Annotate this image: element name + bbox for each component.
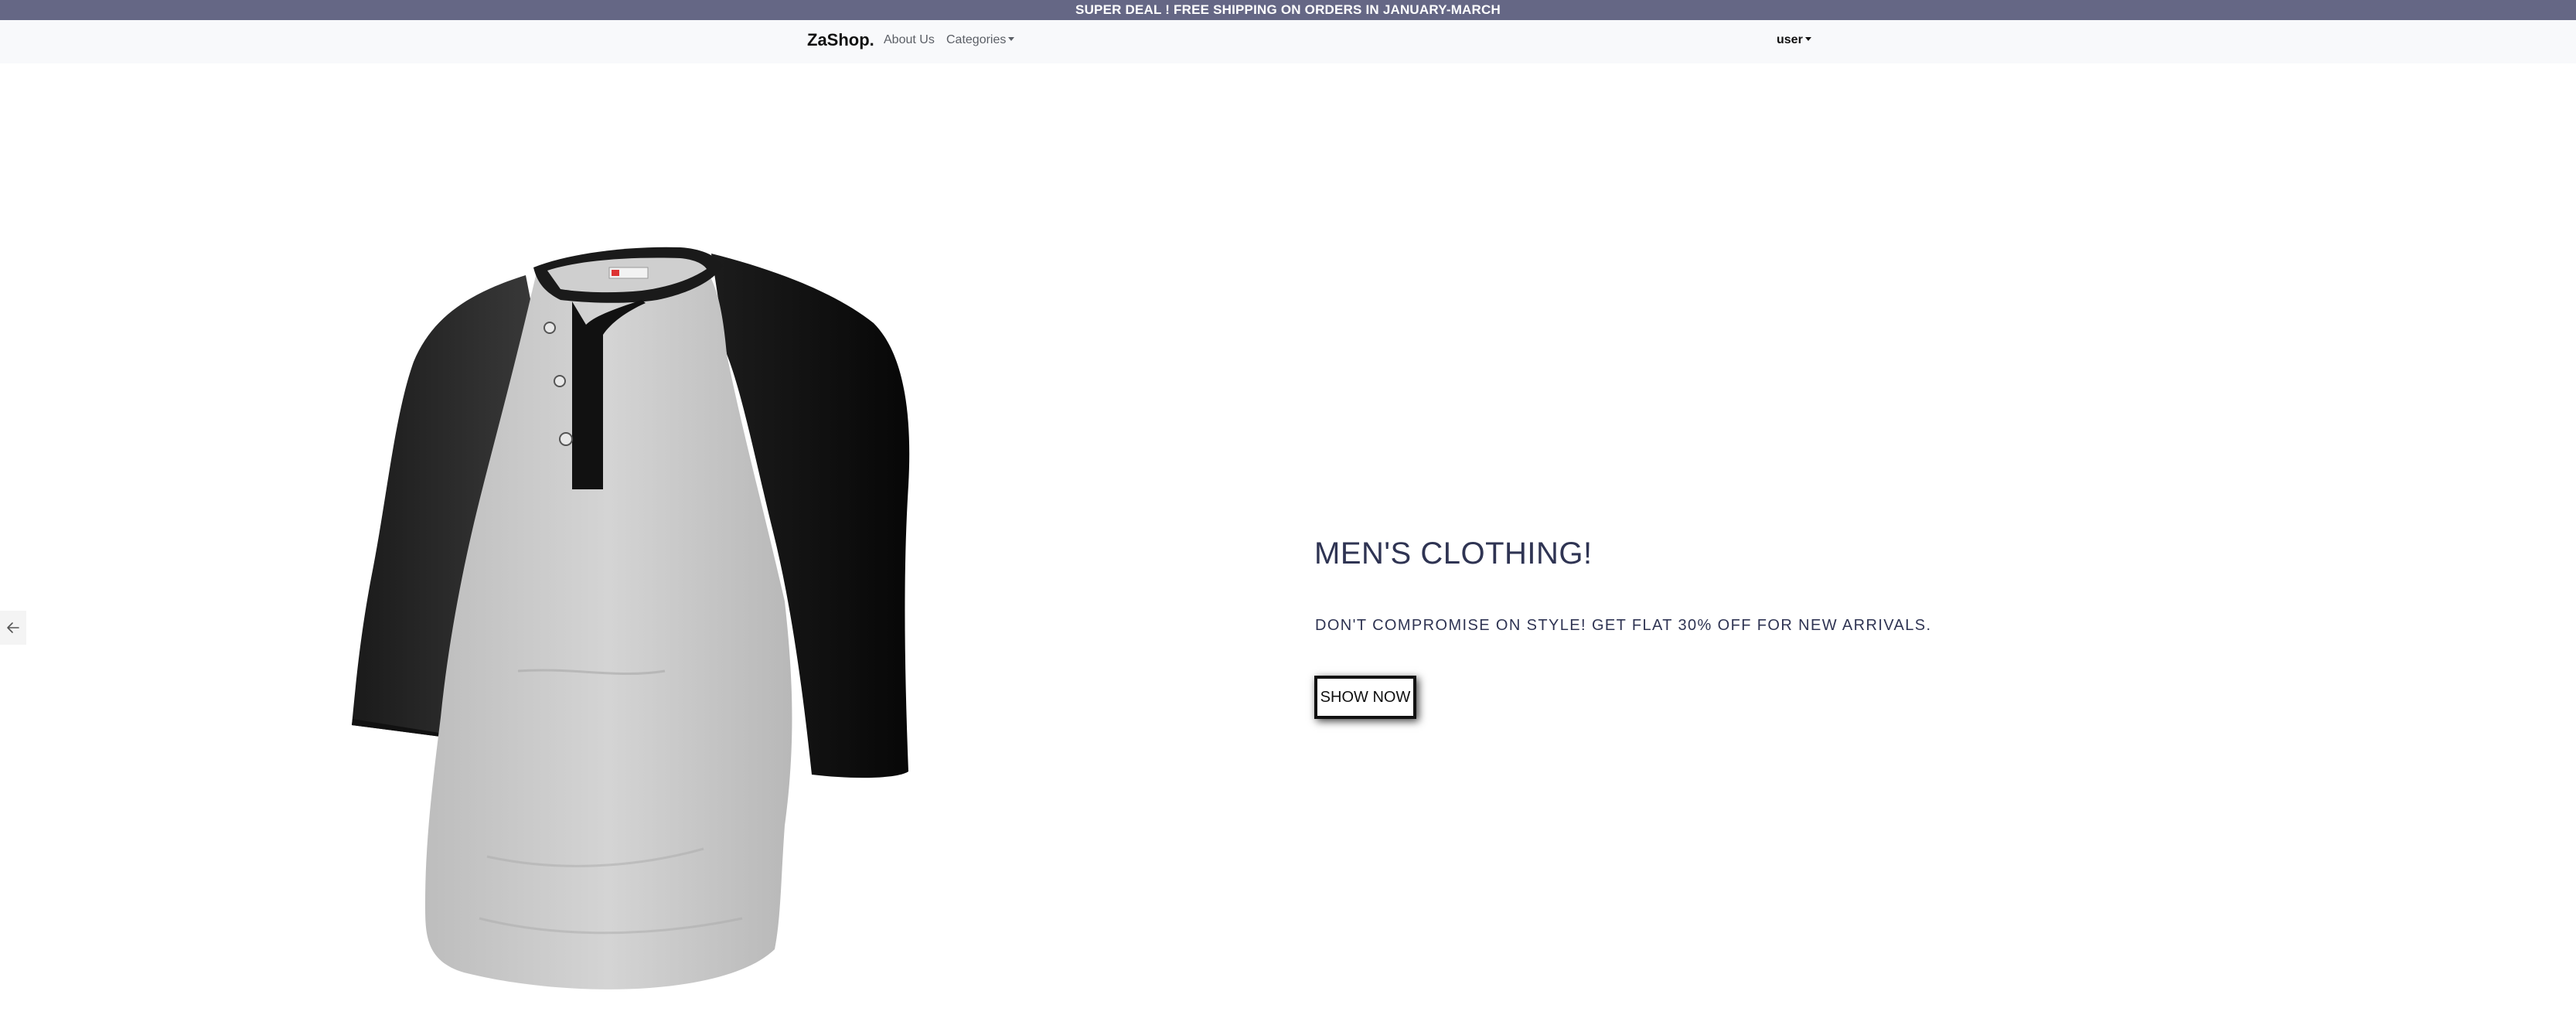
nav-categories-label: Categories <box>946 33 1007 46</box>
nav-categories-dropdown[interactable]: Categories <box>946 33 1015 47</box>
henley-shirt-image <box>340 238 928 1011</box>
navbar: ZaShop. About Us Categories user <box>0 20 2576 63</box>
nav-about-us[interactable]: About Us <box>884 33 935 47</box>
show-now-button[interactable]: SHOW NOW <box>1314 676 1416 719</box>
arrow-left-icon <box>7 622 19 633</box>
announcement-bar: SUPER DEAL ! FREE SHIPPING ON ORDERS IN … <box>0 0 2576 20</box>
slide-title: MEN'S CLOTHING! <box>1314 536 1593 571</box>
caret-down-icon <box>1804 37 1811 42</box>
announcement-text: SUPER DEAL ! FREE SHIPPING ON ORDERS IN … <box>1075 2 1501 17</box>
carousel-prev-button[interactable] <box>0 611 26 645</box>
user-menu-label: user <box>1777 33 1803 46</box>
brand-logo[interactable]: ZaShop. <box>807 30 874 50</box>
user-menu-dropdown[interactable]: user <box>1777 33 1811 47</box>
slide-subtitle: DON'T COMPROMISE ON STYLE! GET FLAT 30% … <box>1315 617 1932 634</box>
caret-down-icon <box>1008 37 1015 42</box>
hero-carousel: MEN'S CLOTHING! DON'T COMPROMISE ON STYL… <box>0 63 2576 989</box>
